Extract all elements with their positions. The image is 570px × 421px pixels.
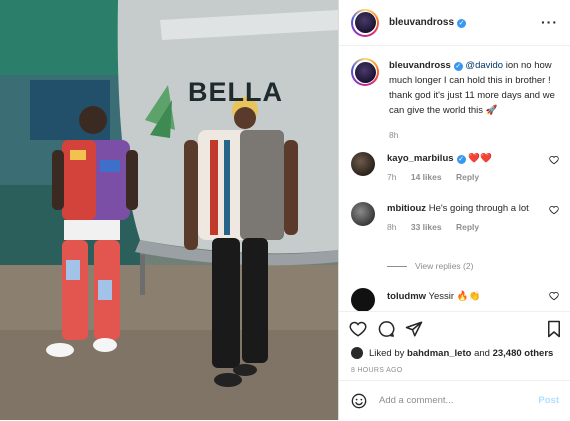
comment-body: toludmw Yessir 🔥👏 [387, 288, 537, 312]
heart-icon[interactable] [349, 320, 367, 338]
verified-icon: ✓ [456, 155, 466, 164]
comment-item: kayo_marbilus ✓ ❤️❤️ 7h 14 likes Reply [351, 152, 561, 184]
caption-text: bleuvandross ✓ @davido ion no how much lo… [389, 58, 561, 143]
author-username-text[interactable]: bleuvandross [389, 17, 454, 28]
view-replies-label[interactable]: View replies (2) [415, 261, 473, 271]
likes-summary: Liked by bahdman_leto and 23,480 others [351, 347, 553, 359]
share-icon[interactable] [405, 320, 423, 338]
likes-middle: and [474, 347, 490, 359]
comment-username[interactable]: toludmw [387, 291, 426, 302]
comment-body: kayo_marbilus ✓ ❤️❤️ 7h 14 likes Reply [387, 152, 537, 184]
caption-time[interactable]: 8h [389, 128, 561, 143]
author-username[interactable]: bleuvandross ✓ [389, 17, 467, 28]
comment-item: toludmw Yessir 🔥👏 [351, 288, 561, 312]
caption-mention[interactable]: @davido [465, 60, 503, 71]
comment-likes[interactable]: 33 likes [411, 222, 442, 232]
liker-avatar[interactable] [351, 347, 363, 359]
comment-username[interactable]: kayo_marbilus [387, 153, 454, 164]
post-timestamp[interactable]: 8 HOURS AGO [351, 367, 403, 374]
action-icons [349, 320, 423, 338]
verified-icon: ✓ [453, 62, 463, 71]
comment-time[interactable]: 8h [387, 222, 396, 232]
comment-reply-button[interactable]: Reply [456, 222, 479, 232]
comment-avatar[interactable] [351, 202, 375, 226]
verified-icon: ✓ [457, 19, 467, 28]
caption-username[interactable]: bleuvandross [389, 60, 451, 71]
add-comment-bar: Add a comment... Post [339, 380, 570, 420]
more-icon[interactable]: ··· [541, 14, 558, 30]
comment-input[interactable]: Add a comment... [379, 395, 538, 406]
comment-heart-icon[interactable] [549, 205, 559, 215]
comment-reply-button[interactable]: Reply [456, 172, 479, 182]
view-replies-button[interactable]: View replies (2) [387, 261, 473, 271]
likes-prefix: Liked by [369, 347, 405, 359]
photo-scene [0, 0, 338, 420]
likes-count[interactable]: 23,480 others [493, 348, 554, 359]
post-comment-button[interactable]: Post [538, 395, 559, 406]
comment-item: mbitiouz He's going through a lot 8h 33 … [351, 202, 561, 234]
author-avatar-image [354, 12, 376, 33]
comment-body: mbitiouz He's going through a lot 8h 33 … [387, 202, 537, 234]
comment-text: ❤️❤️ [468, 153, 492, 164]
caption-avatar-image [354, 61, 376, 83]
liker-username[interactable]: bahdman_leto [407, 348, 471, 359]
smile-icon[interactable] [351, 393, 367, 409]
instagram-post-frame: BELLA bleuvandross ✓ ··· bleuvandross ✓ @d… [0, 0, 570, 420]
author-avatar[interactable] [351, 8, 379, 37]
caption-avatar-inner [353, 60, 377, 84]
comment-icon[interactable] [377, 320, 395, 338]
post-header: bleuvandross ✓ ··· [339, 0, 570, 46]
author-avatar-inner [353, 10, 377, 35]
bella-sign-text: BELLA [188, 77, 283, 107]
comment-heart-icon[interactable] [549, 155, 559, 165]
bookmark-button[interactable] [545, 320, 563, 341]
comment-likes[interactable]: 14 likes [411, 172, 442, 182]
comment-username[interactable]: mbitiouz [387, 203, 426, 214]
caption-avatar[interactable] [351, 58, 379, 86]
post-photo[interactable]: BELLA [0, 0, 338, 420]
post-side-panel: bleuvandross ✓ ··· bleuvandross ✓ @davido … [338, 0, 570, 420]
comment-meta: 7h 14 likes Reply [387, 170, 537, 184]
comment-avatar[interactable] [351, 152, 375, 176]
caption: bleuvandross ✓ @davido ion no how much lo… [351, 58, 561, 143]
comment-text: Yessir 🔥👏 [428, 291, 481, 302]
bookmark-icon[interactable] [545, 320, 563, 338]
comment-time[interactable]: 7h [387, 172, 396, 182]
view-replies-line [387, 265, 407, 267]
comment-meta: 8h 33 likes Reply [387, 220, 537, 234]
comment-avatar[interactable] [351, 288, 375, 312]
comment-text: He's going through a lot [428, 203, 529, 214]
comment-heart-icon[interactable] [549, 291, 559, 301]
